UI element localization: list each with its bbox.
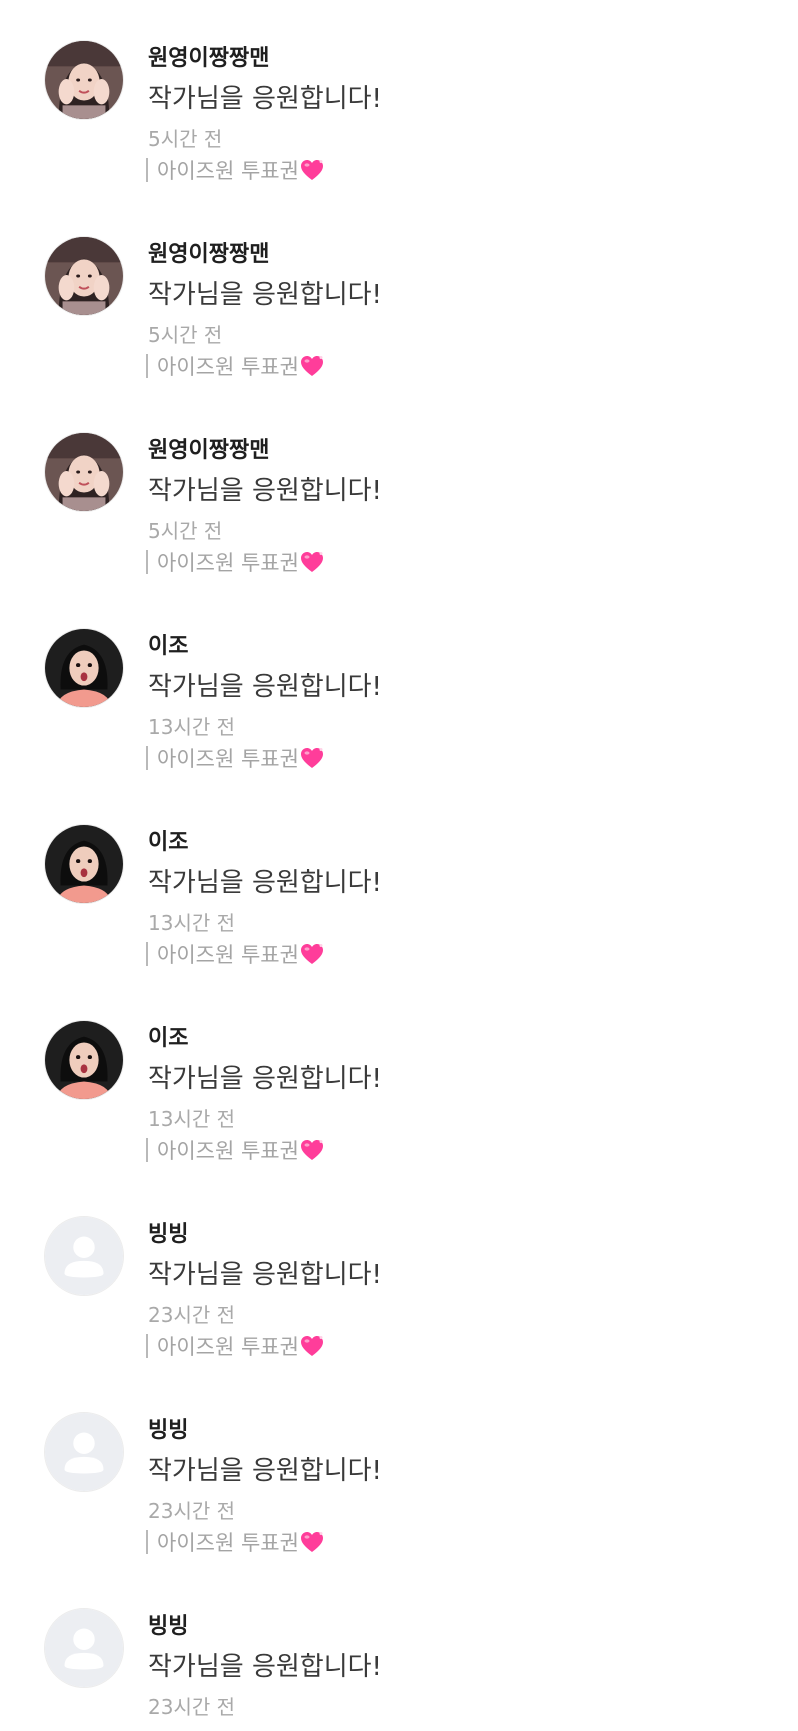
pink-heart-icon <box>300 355 324 377</box>
comment-time: 23시간 전 <box>148 1303 236 1327</box>
default-user-avatar[interactable] <box>44 1412 124 1492</box>
comment-item: 이조 작가님을 응원합니다! 13시간 전 아이즈원 투표권 <box>0 980 798 1176</box>
comment-item: 이조 작가님을 응원합니다! 13시간 전 아이즈원 투표권 <box>0 784 798 980</box>
default-user-avatar[interactable] <box>44 1216 124 1296</box>
tag-divider <box>146 1334 148 1358</box>
comment-item: 원영이짱짱맨 작가님을 응원합니다! 5시간 전 아이즈원 투표권 <box>0 0 798 196</box>
comment-item: 빙빙 작가님을 응원합니다! 23시간 전 아이즈원 투표권 <box>0 1372 798 1568</box>
vote-tag: 아이즈원 투표권 <box>146 1135 324 1165</box>
comment-time: 5시간 전 <box>148 323 223 347</box>
comment-time: 5시간 전 <box>148 519 223 543</box>
comment-item: 이조 작가님을 응원합니다! 13시간 전 아이즈원 투표권 <box>0 588 798 784</box>
vote-tag: 아이즈원 투표권 <box>146 155 324 185</box>
user-name[interactable]: 이조 <box>148 628 188 660</box>
comment-text: 작가님을 응원합니다! <box>148 1456 382 1486</box>
user-name[interactable]: 빙빙 <box>148 1216 188 1248</box>
vote-tag: 아이즈원 투표권 <box>146 743 324 773</box>
pink-heart-icon <box>300 747 324 769</box>
user-name[interactable]: 이조 <box>148 1020 188 1052</box>
comment-item: 빙빙 작가님을 응원합니다! 23시간 전 아이즈원 투표권 <box>0 1176 798 1372</box>
user-name[interactable]: 빙빙 <box>148 1412 188 1444</box>
tag-divider <box>146 158 148 182</box>
comment-time: 13시간 전 <box>148 1107 236 1131</box>
tag-label: 아이즈원 투표권 <box>157 1531 299 1555</box>
tag-label: 아이즈원 투표권 <box>157 1139 299 1163</box>
tag-divider <box>146 550 148 574</box>
pink-heart-icon <box>300 1335 324 1357</box>
portrait-hands-avatar[interactable] <box>44 236 124 316</box>
portrait-surprised-avatar[interactable] <box>44 1020 124 1100</box>
tag-divider <box>146 354 148 378</box>
pink-heart-icon <box>300 551 324 573</box>
tag-label: 아이즈원 투표권 <box>157 159 299 183</box>
tag-label: 아이즈원 투표권 <box>157 355 299 379</box>
tag-divider <box>146 1138 148 1162</box>
comment-text: 작가님을 응원합니다! <box>148 476 382 506</box>
comment-text: 작가님을 응원합니다! <box>148 1064 382 1094</box>
user-name[interactable]: 원영이짱짱맨 <box>148 432 269 464</box>
comment-text: 작가님을 응원합니다! <box>148 1652 382 1682</box>
tag-divider <box>146 1530 148 1554</box>
vote-tag: 아이즈원 투표권 <box>146 547 324 577</box>
comment-text: 작가님을 응원합니다! <box>148 84 382 114</box>
comment-time: 23시간 전 <box>148 1695 236 1719</box>
user-name[interactable]: 빙빙 <box>148 1608 188 1640</box>
comment-item: 빙빙 작가님을 응원합니다! 23시간 전 <box>0 1568 798 1731</box>
comment-list: 원영이짱짱맨 작가님을 응원합니다! 5시간 전 아이즈원 투표권 원영이짱짱맨… <box>0 0 798 1731</box>
pink-heart-icon <box>300 1139 324 1161</box>
comment-time: 13시간 전 <box>148 715 236 739</box>
pink-heart-icon <box>300 159 324 181</box>
comment-text: 작가님을 응원합니다! <box>148 672 382 702</box>
comment-item: 원영이짱짱맨 작가님을 응원합니다! 5시간 전 아이즈원 투표권 <box>0 196 798 392</box>
tag-label: 아이즈원 투표권 <box>157 747 299 771</box>
tag-divider <box>146 942 148 966</box>
vote-tag: 아이즈원 투표권 <box>146 1331 324 1361</box>
comment-time: 13시간 전 <box>148 911 236 935</box>
tag-label: 아이즈원 투표권 <box>157 551 299 575</box>
portrait-hands-avatar[interactable] <box>44 40 124 120</box>
pink-heart-icon <box>300 1531 324 1553</box>
vote-tag: 아이즈원 투표권 <box>146 939 324 969</box>
comment-item: 원영이짱짱맨 작가님을 응원합니다! 5시간 전 아이즈원 투표권 <box>0 392 798 588</box>
portrait-surprised-avatar[interactable] <box>44 628 124 708</box>
comment-time: 23시간 전 <box>148 1499 236 1523</box>
tag-divider <box>146 746 148 770</box>
portrait-surprised-avatar[interactable] <box>44 824 124 904</box>
tag-label: 아이즈원 투표권 <box>157 943 299 967</box>
pink-heart-icon <box>300 943 324 965</box>
comment-text: 작가님을 응원합니다! <box>148 868 382 898</box>
user-name[interactable]: 원영이짱짱맨 <box>148 236 269 268</box>
comment-text: 작가님을 응원합니다! <box>148 1260 382 1290</box>
default-user-avatar[interactable] <box>44 1608 124 1688</box>
vote-tag: 아이즈원 투표권 <box>146 1527 324 1557</box>
user-name[interactable]: 원영이짱짱맨 <box>148 40 269 72</box>
vote-tag: 아이즈원 투표권 <box>146 351 324 381</box>
comment-text: 작가님을 응원합니다! <box>148 280 382 310</box>
user-name[interactable]: 이조 <box>148 824 188 856</box>
portrait-hands-avatar[interactable] <box>44 432 124 512</box>
tag-label: 아이즈원 투표권 <box>157 1335 299 1359</box>
comment-time: 5시간 전 <box>148 127 223 151</box>
